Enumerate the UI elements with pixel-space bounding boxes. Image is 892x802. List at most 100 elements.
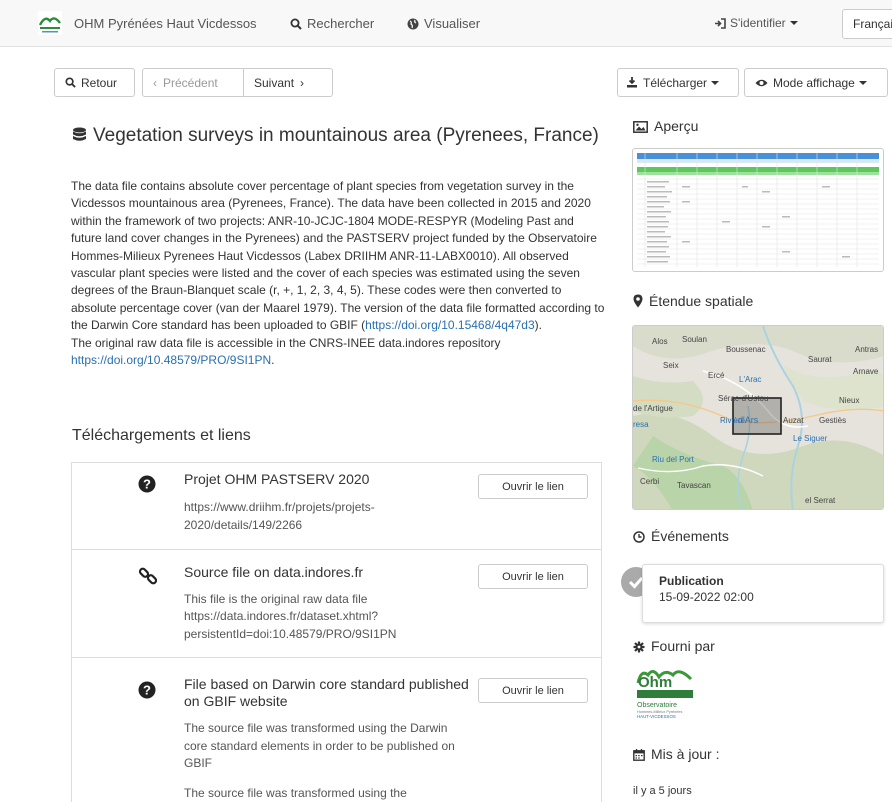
spatial-extent-label: Étendue spatiale <box>649 293 754 309</box>
display-mode-dropdown[interactable]: Mode affichage <box>744 68 888 97</box>
download-item-url[interactable]: https://www.driihm.fr/projets/projets-20… <box>184 499 404 534</box>
map-label: Auzat <box>783 416 804 425</box>
updated-heading-label: Mis à jour : <box>651 746 720 762</box>
map-label: L'Arac <box>739 375 761 384</box>
gear-icon <box>633 641 645 653</box>
language-select[interactable]: Françai <box>842 9 892 39</box>
map-label: Ercé <box>708 371 725 380</box>
events-heading: Événements <box>633 528 729 544</box>
download-item-text: The source file was transformed using th… <box>184 721 455 771</box>
map-label: Seix <box>663 361 679 370</box>
page-title: Vegetation surveys in mountainous area (… <box>72 125 599 147</box>
chevron-down-icon <box>858 81 867 85</box>
top-navbar: OHM Pyrénées Haut Vicdessos Rechercher V… <box>0 0 892 47</box>
question-circle-icon: ? <box>138 681 156 699</box>
download-item-text: This file is the original raw data file <box>184 592 368 606</box>
updated-heading: Mis à jour : <box>633 746 719 762</box>
downloads-list: ? Projet OHM PASTSERV 2020 https://www.d… <box>71 462 602 802</box>
svg-text:?: ? <box>143 477 151 492</box>
chevron-down-icon <box>711 81 720 85</box>
preview-thumbnail[interactable] <box>632 148 884 272</box>
open-link-button[interactable]: Ouvrir le lien <box>478 564 588 589</box>
map-label: Nieux <box>839 396 859 405</box>
download-icon <box>627 77 637 88</box>
language-label: Françai <box>853 17 892 31</box>
map-label: Boussenac <box>726 345 766 354</box>
map-label: Le Siguer <box>793 434 828 443</box>
chevron-left-icon: ‹ <box>153 76 157 90</box>
download-item-title: Source file on data.indores.fr <box>184 564 363 580</box>
gbif-doi-link[interactable]: https://doi.org/10.15468/4q47d3 <box>365 318 534 332</box>
next-label: Suivant <box>254 76 295 90</box>
ohm-logo-icon[interactable] <box>38 11 62 35</box>
search-icon <box>65 77 76 88</box>
map-label: Soulan <box>682 335 707 344</box>
download-item-title: Projet OHM PASTSERV 2020 <box>184 471 370 487</box>
clock-icon <box>633 531 645 543</box>
downloads-heading: Téléchargements et liens <box>72 427 251 444</box>
previous-label: Précédent <box>163 76 218 90</box>
login-label: S'identifier <box>730 16 786 30</box>
preview-heading: Aperçu <box>633 118 698 134</box>
svg-text:?: ? <box>143 683 151 698</box>
sign-in-icon <box>715 18 726 29</box>
map-image: Alos Soulan Boussenac Antras Seix Saurat… <box>633 326 883 509</box>
question-circle-icon: ? <box>138 475 156 493</box>
download-item: ? Projet OHM PASTSERV 2020 https://www.d… <box>72 463 601 550</box>
eye-icon <box>755 79 768 87</box>
download-item: Source file on data.indores.fr This file… <box>72 550 601 658</box>
dataset-description: The data file contains absolute cover pe… <box>71 178 606 369</box>
raw-paragraph: The original raw data file is accessible… <box>71 335 606 370</box>
download-dropdown[interactable]: Télécharger <box>617 68 739 97</box>
description-end: ). <box>534 318 542 333</box>
description-text: The data file contains absolute cover pe… <box>71 179 605 333</box>
map-label: de l'Artigue <box>633 404 673 413</box>
search-icon <box>290 18 302 30</box>
next-button[interactable]: Suivant › <box>243 68 333 97</box>
previous-button[interactable]: ‹ Précédent <box>142 68 244 97</box>
nav-search-label: Rechercher <box>307 16 375 31</box>
brand-link[interactable]: OHM Pyrénées Haut Vicdessos <box>74 16 257 31</box>
events-heading-label: Événements <box>651 528 729 544</box>
open-link-button[interactable]: Ouvrir le lien <box>478 678 588 703</box>
map-label: Arnave <box>853 367 879 376</box>
svg-text:HAUT-VICDESSOS: HAUT-VICDESSOS <box>637 714 676 719</box>
chevron-down-icon <box>789 21 798 25</box>
map-label: d'Ars <box>738 415 759 425</box>
spatial-extent-map[interactable]: Alos Soulan Boussenac Antras Seix Saurat… <box>632 325 884 510</box>
map-label: Sérac-d'Ustou <box>718 394 768 403</box>
raw-doi-link[interactable]: https://doi.org/10.48579/PRO/9SI1PN <box>71 353 271 367</box>
map-label: resa <box>633 420 649 429</box>
raw-text: The original raw data file is accessible… <box>71 335 501 350</box>
svg-text:Observatoire: Observatoire <box>637 702 677 709</box>
open-link-button[interactable]: Ouvrir le lien <box>478 474 588 499</box>
map-label: el Serrat <box>805 496 836 505</box>
database-icon <box>73 127 86 141</box>
download-item-text-continued: The source file was transformed using th… <box>184 786 407 800</box>
back-button[interactable]: Retour <box>54 68 135 97</box>
map-label: Cerbi <box>640 477 659 486</box>
event-card: Publication 15-09-2022 02:00 <box>642 564 884 623</box>
map-marker-icon <box>633 294 643 308</box>
download-item-title: File based on Darwin core standard publi… <box>184 676 469 709</box>
nav-visualize-label: Visualiser <box>424 16 481 31</box>
nav-search[interactable]: Rechercher <box>290 16 374 31</box>
preview-heading-label: Aperçu <box>654 118 699 134</box>
link-icon <box>138 567 158 585</box>
provided-by-label: Fourni par <box>651 638 715 654</box>
spreadsheet-preview-image <box>637 153 879 267</box>
provider-logo[interactable]: Ohm Observatoire Hommes-Milieux Pyrénées… <box>635 665 695 720</box>
display-mode-label: Mode affichage <box>773 76 855 90</box>
map-label: Saurat <box>808 355 832 364</box>
spatial-extent-heading: Étendue spatiale <box>633 293 753 309</box>
page-title-text: Vegetation surveys in mountainous area (… <box>93 125 599 146</box>
download-item-url[interactable]: https://data.indores.fr/dataset.xhtml?pe… <box>184 608 424 643</box>
provided-by-heading: Fourni par <box>633 638 715 654</box>
event-date: 15-09-2022 02:00 <box>659 590 754 604</box>
image-icon <box>633 121 648 133</box>
login-dropdown[interactable]: S'identifier <box>714 16 798 30</box>
back-label: Retour <box>81 76 118 90</box>
map-label: Tavascan <box>677 481 711 490</box>
nav-visualize[interactable]: Visualiser <box>407 16 480 31</box>
map-label: Antras <box>855 345 878 354</box>
